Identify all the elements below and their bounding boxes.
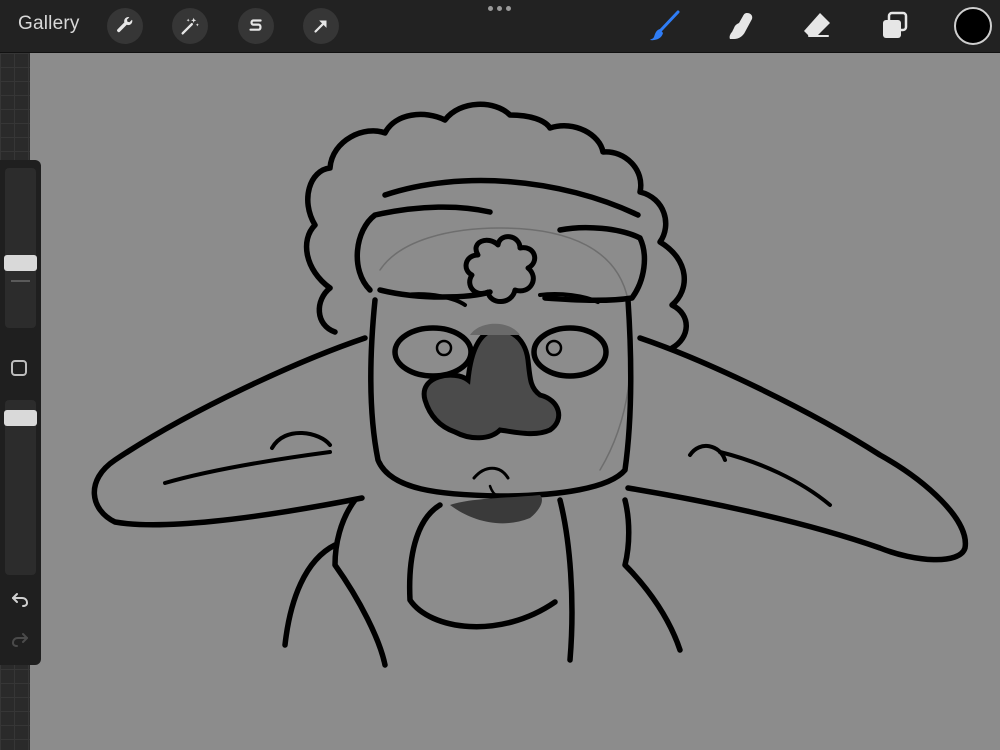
selection-button[interactable]: [238, 8, 274, 44]
arrow-cursor-icon: [314, 20, 327, 33]
layers-icon: [883, 11, 908, 38]
modify-button[interactable]: [11, 360, 27, 376]
brush-tool-button[interactable]: [647, 8, 683, 44]
brush-size-thumb[interactable]: [4, 254, 37, 271]
adjustments-button[interactable]: [172, 8, 208, 44]
transform-button[interactable]: [303, 8, 339, 44]
sheep-character-sketch: [91, 101, 968, 668]
undo-button[interactable]: [9, 588, 31, 610]
brush-opacity-thumb[interactable]: [4, 410, 37, 427]
gallery-button[interactable]: Gallery: [18, 13, 80, 35]
top-toolbar: Gallery: [0, 0, 1000, 53]
color-picker-swatch[interactable]: [954, 7, 992, 45]
eraser-tool-button[interactable]: [799, 8, 835, 44]
undo-icon: [12, 593, 29, 607]
redo-button[interactable]: [9, 628, 31, 650]
brush-size-slider[interactable]: [5, 168, 36, 328]
redo-icon: [11, 633, 28, 647]
layers-button[interactable]: [877, 8, 913, 44]
slider-divider: [11, 280, 30, 282]
actions-button[interactable]: [107, 8, 143, 44]
brush-sidebar: [0, 160, 41, 665]
eraser-icon: [804, 13, 830, 37]
selection-s-icon: [249, 19, 262, 31]
magic-wand-icon: [181, 17, 199, 35]
smudge-hand-icon: [729, 13, 753, 39]
brush-icon: [650, 10, 680, 41]
more-options-dots[interactable]: [488, 6, 512, 14]
brush-opacity-slider[interactable]: [5, 400, 36, 575]
drawing-canvas[interactable]: [30, 53, 1000, 750]
wrench-icon: [117, 17, 133, 33]
smudge-tool-button[interactable]: [723, 8, 759, 44]
